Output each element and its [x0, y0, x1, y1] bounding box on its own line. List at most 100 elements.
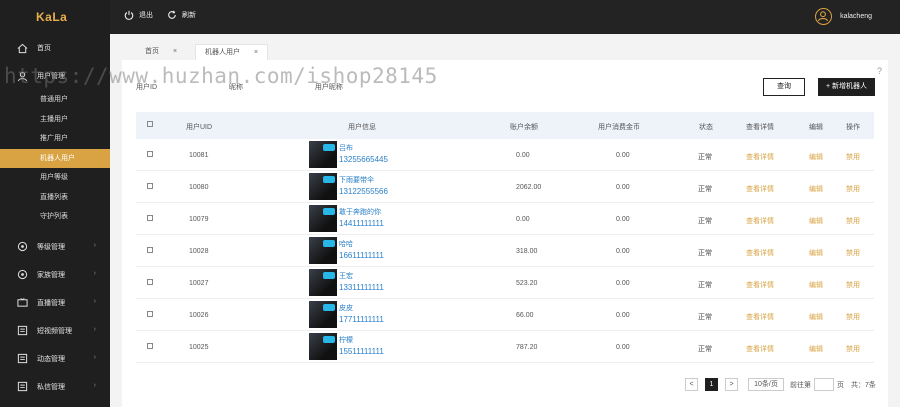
row-status: 正常	[698, 346, 712, 353]
disable-link[interactable]: 禁用	[846, 216, 860, 226]
tab-home[interactable]: 首页 ×	[136, 44, 186, 60]
sidebar-item-family[interactable]: 家族管理 ›	[0, 261, 110, 289]
refresh-button[interactable]: 刷新	[167, 10, 196, 20]
row-checkbox[interactable]	[147, 279, 153, 287]
disable-link[interactable]: 禁用	[846, 184, 860, 194]
edit-link[interactable]: 编辑	[809, 216, 823, 226]
filter-nick-label[interactable]: 昵称	[229, 84, 243, 91]
edit-link[interactable]: 编辑	[809, 184, 823, 194]
sidebar-item-short-video[interactable]: 短视频管理 ›	[0, 317, 110, 345]
row-phone: 16611111111	[339, 251, 384, 260]
avatar	[309, 173, 337, 200]
view-detail-link[interactable]: 查看详情	[746, 216, 774, 226]
logout-button[interactable]: 退出	[124, 10, 153, 20]
close-icon[interactable]: ×	[173, 48, 177, 55]
col-balance: 账户余额	[510, 124, 538, 131]
level-icon	[16, 241, 28, 253]
username: kalacheng	[840, 13, 872, 20]
sidebar-subitem-promo-users[interactable]: 推广用户	[0, 129, 110, 149]
sidebar-item-level[interactable]: 等级管理 ›	[0, 233, 110, 261]
disable-link[interactable]: 禁用	[846, 248, 860, 258]
view-detail-link[interactable]: 查看详情	[746, 312, 774, 322]
goto-page-input[interactable]	[814, 378, 834, 391]
close-icon[interactable]: ×	[254, 49, 258, 56]
view-detail-link[interactable]: 查看详情	[746, 184, 774, 194]
disable-link[interactable]: 禁用	[846, 344, 860, 354]
sidebar-item-users[interactable]: 用户管理	[0, 62, 110, 90]
page-size-select[interactable]: 10条/页	[748, 378, 784, 391]
prev-page-button[interactable]: <	[685, 378, 698, 391]
user-menu[interactable]: kalacheng	[815, 8, 872, 25]
sidebar-subitem-live-list[interactable]: 直播列表	[0, 188, 110, 208]
row-checkbox[interactable]	[147, 247, 153, 255]
vip-badge-icon	[323, 336, 335, 343]
row-nickname[interactable]: 敢于奔跑的你	[339, 207, 381, 217]
row-nickname[interactable]: 下雨要带伞	[339, 175, 374, 185]
row-balance: 523.20	[516, 280, 538, 287]
next-page-button[interactable]: >	[725, 378, 738, 391]
avatar	[309, 269, 337, 296]
tab-robot-users[interactable]: 机器人用户 ×	[195, 44, 269, 60]
col-status: 状态	[699, 124, 713, 131]
row-checkbox[interactable]	[147, 151, 153, 159]
col-edit: 编辑	[809, 124, 823, 131]
row-status: 正常	[698, 250, 712, 257]
row-balance: 0.00	[516, 152, 530, 159]
view-detail-link[interactable]: 查看详情	[746, 280, 774, 290]
select-all-checkbox[interactable]	[147, 121, 153, 129]
row-checkbox[interactable]	[147, 343, 153, 351]
row-nickname[interactable]: 王宏	[339, 271, 353, 281]
sidebar-item-label: 短视频管理	[37, 327, 72, 335]
query-button[interactable]: 查询	[763, 78, 805, 96]
row-checkbox[interactable]	[147, 183, 153, 191]
app-logo: KaLa	[36, 10, 68, 24]
edit-link[interactable]: 编辑	[809, 248, 823, 258]
view-detail-link[interactable]: 查看详情	[746, 152, 774, 162]
row-nickname[interactable]: 皮皮	[339, 303, 353, 313]
sidebar-item-label: 私信管理	[37, 383, 65, 391]
col-actions: 操作	[846, 124, 860, 131]
sidebar-subitem-user-level[interactable]: 用户等级	[0, 168, 110, 188]
row-nickname[interactable]: 柠檬	[339, 335, 353, 345]
avatar	[309, 301, 337, 328]
filter-uid-label[interactable]: 用户ID	[136, 84, 157, 91]
sidebar-subitem-guard-list[interactable]: 守护列表	[0, 207, 110, 227]
disable-link[interactable]: 禁用	[846, 280, 860, 290]
help-icon[interactable]: ?	[877, 66, 882, 76]
filter-nickname-label[interactable]: 用户昵称	[315, 84, 343, 91]
avatar	[309, 205, 337, 232]
disable-link[interactable]: 禁用	[846, 152, 860, 162]
row-balance: 66.00	[516, 312, 534, 319]
edit-link[interactable]: 编辑	[809, 152, 823, 162]
row-nickname[interactable]: 吕布	[339, 143, 353, 153]
row-phone: 13311111111	[339, 283, 384, 292]
row-checkbox[interactable]	[147, 311, 153, 319]
view-detail-link[interactable]: 查看详情	[746, 344, 774, 354]
sidebar-item-message[interactable]: 私信管理 ›	[0, 373, 110, 401]
row-balance: 2062.00	[516, 184, 542, 191]
add-robot-button[interactable]: + 新增机器人	[818, 78, 875, 96]
edit-link[interactable]: 编辑	[809, 280, 823, 290]
sidebar-item-dynamic[interactable]: 动态管理 ›	[0, 345, 110, 373]
row-balance: 0.00	[516, 216, 530, 223]
row-checkbox[interactable]	[147, 215, 153, 223]
row-spent: 0.00	[616, 184, 630, 191]
sidebar-subitem-robot-users[interactable]: 机器人用户	[0, 148, 110, 168]
col-spent: 用户消费金币	[598, 124, 640, 131]
row-nickname[interactable]: 哈哈	[339, 239, 353, 249]
row-phone: 15511111111	[339, 347, 384, 356]
sidebar-subitem-anchor-users[interactable]: 主播用户	[0, 110, 110, 130]
home-icon	[16, 42, 28, 54]
view-detail-link[interactable]: 查看详情	[746, 248, 774, 258]
sidebar-subitem-normal-users[interactable]: 普通用户	[0, 90, 110, 110]
edit-link[interactable]: 编辑	[809, 344, 823, 354]
current-page[interactable]: 1	[705, 378, 718, 391]
sidebar-item-label: 首页	[37, 45, 51, 52]
row-status: 正常	[698, 218, 712, 225]
edit-link[interactable]: 编辑	[809, 312, 823, 322]
sidebar-item-live[interactable]: 直播管理 ›	[0, 289, 110, 317]
row-spent: 0.00	[616, 280, 630, 287]
row-spent: 0.00	[616, 312, 630, 319]
disable-link[interactable]: 禁用	[846, 312, 860, 322]
sidebar-item-home[interactable]: 首页	[0, 34, 110, 62]
